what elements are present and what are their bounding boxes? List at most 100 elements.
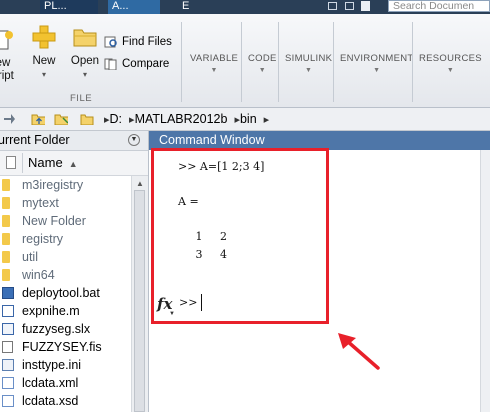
file-list-item[interactable]: lcdata.xsd xyxy=(0,392,130,410)
file-list-item[interactable]: FUZZYSEY.fis xyxy=(0,338,130,356)
column-header[interactable]: Name ▲ xyxy=(0,151,148,176)
file-name: fuzzyseg.slx xyxy=(22,322,91,336)
current-folder-header: urrent Folder ▼ xyxy=(0,131,148,151)
section-code[interactable]: CODE ▼ xyxy=(248,53,277,74)
file-name: registry xyxy=(22,232,63,246)
file-name: FUZZYSEY.fis xyxy=(22,340,102,354)
scrollbar-thumb[interactable] xyxy=(134,190,145,412)
chevron-down-icon: ▼ xyxy=(373,67,381,74)
forward-arrow-icon[interactable] xyxy=(2,112,16,125)
file-list-item[interactable]: insttype.ini xyxy=(0,356,130,374)
folder-icon xyxy=(80,114,94,125)
open-button[interactable]: Open ▾ xyxy=(68,24,102,81)
file-icon xyxy=(2,305,14,317)
tab-apps[interactable]: A... xyxy=(108,0,160,14)
quick-access-icon[interactable] xyxy=(361,1,370,11)
file-icon xyxy=(2,395,14,407)
quick-access-icon[interactable] xyxy=(328,2,337,10)
file-list-item[interactable]: New Folder xyxy=(0,212,130,230)
current-folder-panel: urrent Folder ▼ Name ▲ m3iregistry mytext N… xyxy=(0,131,149,412)
folder-icon xyxy=(2,251,10,263)
command-output-line: 1 2 xyxy=(178,230,227,243)
folder-icon xyxy=(2,197,10,209)
file-list-item[interactable]: mytext xyxy=(0,194,130,212)
compare-button[interactable]: Compare xyxy=(104,56,169,72)
chevron-down-icon: ▼ xyxy=(210,67,218,74)
file-name: mytext xyxy=(22,196,59,210)
open-label: Open xyxy=(70,55,100,67)
file-icon xyxy=(2,377,14,389)
file-list-item[interactable]: lcdata.xml xyxy=(0,374,130,392)
text-cursor xyxy=(201,294,202,311)
section-simulink[interactable]: SIMULINK ▼ xyxy=(285,53,332,74)
compare-icon xyxy=(104,58,117,70)
breadcrumb[interactable]: ▸D: ▸MATLABR2012b ▸bin ▸ xyxy=(104,111,269,127)
file-name: util xyxy=(22,250,38,264)
find-files-button[interactable]: Find Files xyxy=(104,34,172,50)
scroll-up-icon[interactable]: ▲ xyxy=(136,179,144,188)
ribbon-divider xyxy=(333,22,334,102)
tab-editor[interactable]: E xyxy=(178,0,198,14)
name-column-label: Name xyxy=(28,155,63,170)
file-list-item[interactable]: expnihe.m xyxy=(0,302,130,320)
folder-open-icon xyxy=(73,29,97,47)
section-resources-label: RESOURCES xyxy=(419,53,482,64)
name-column-header[interactable]: Name ▲ xyxy=(28,155,78,170)
command-window-body[interactable]: >> A=[1 2;3 4] A = 1 2 3 4 fx ▼ >> xyxy=(149,150,490,412)
file-name: lcdata.xsd xyxy=(22,394,79,408)
command-prompt: >> xyxy=(179,296,198,309)
breadcrumb-bin[interactable]: bin xyxy=(240,112,257,126)
toolstrip-tab-bar: PL... A... E Search Documen xyxy=(0,0,490,14)
section-environment-label: ENVIRONMENT xyxy=(340,53,414,64)
folder-icon xyxy=(2,179,10,191)
quick-access-icon[interactable] xyxy=(345,2,354,10)
file-icon xyxy=(2,287,14,299)
command-output-line: A = xyxy=(178,195,199,208)
folder-icon xyxy=(2,233,10,245)
breadcrumb-drive[interactable]: D: xyxy=(110,112,123,126)
command-window-title: Command Window xyxy=(149,131,490,150)
file-list-item[interactable]: fuzzyseg.slx xyxy=(0,320,130,338)
panel-menu-icon[interactable]: ▼ xyxy=(128,134,140,146)
file-list-item[interactable]: util xyxy=(0,248,130,266)
file-name: m3iregistry xyxy=(22,178,84,192)
address-bar: ▸D: ▸MATLABR2012b ▸bin ▸ xyxy=(0,108,490,131)
search-documentation-input[interactable]: Search Documen xyxy=(388,0,490,12)
section-variable-label: VARIABLE xyxy=(190,53,239,64)
scrollbar[interactable] xyxy=(480,150,490,412)
file-list-item[interactable]: win64 xyxy=(0,266,130,284)
file-list-item[interactable]: m3iregistry xyxy=(0,176,130,194)
command-window-panel: Command Window >> A=[1 2;3 4] A = 1 2 3 4… xyxy=(149,131,490,412)
scrollbar[interactable]: ▲ xyxy=(131,176,148,412)
section-variable[interactable]: VARIABLE ▼ xyxy=(190,53,238,74)
sort-ascending-icon: ▲ xyxy=(68,159,78,169)
ribbon-divider xyxy=(181,22,182,102)
new-script-button[interactable]: ew cript xyxy=(0,30,20,83)
current-folder-title: urrent Folder xyxy=(0,133,70,147)
section-simulink-label: SIMULINK xyxy=(285,53,333,64)
file-list-item[interactable]: registry xyxy=(0,230,130,248)
ribbon-divider xyxy=(241,22,242,102)
chevron-down-icon: ▼ xyxy=(169,311,175,317)
browse-folder-icon[interactable] xyxy=(54,112,68,125)
section-environment[interactable]: ENVIRONMENT ▼ xyxy=(340,53,414,74)
section-resources[interactable]: RESOURCES ▼ xyxy=(419,53,482,74)
chevron-down-icon: ▼ xyxy=(258,67,266,74)
new-label: New xyxy=(32,55,56,67)
file-name: New Folder xyxy=(22,214,86,228)
breadcrumb-matlab[interactable]: MATLABR2012b xyxy=(135,112,228,126)
compare-label: Compare xyxy=(122,58,170,70)
file-icon xyxy=(2,323,14,335)
file-name: expnihe.m xyxy=(22,304,80,318)
file-list: m3iregistry mytext New Folder registry util w… xyxy=(0,176,130,410)
new-script-icon xyxy=(0,30,13,50)
chevron-down-icon: ▼ xyxy=(446,67,455,74)
file-name: lcdata.xml xyxy=(22,376,79,390)
new-button[interactable]: New ▾ xyxy=(28,24,60,81)
find-files-icon xyxy=(104,36,117,48)
file-group-label: FILE xyxy=(70,93,93,104)
chevron-down-icon: ▼ xyxy=(305,67,313,74)
file-list-item[interactable]: deploytool.bat xyxy=(0,284,130,302)
up-folder-icon[interactable] xyxy=(31,112,45,125)
tab-plots[interactable]: PL... xyxy=(40,0,98,14)
